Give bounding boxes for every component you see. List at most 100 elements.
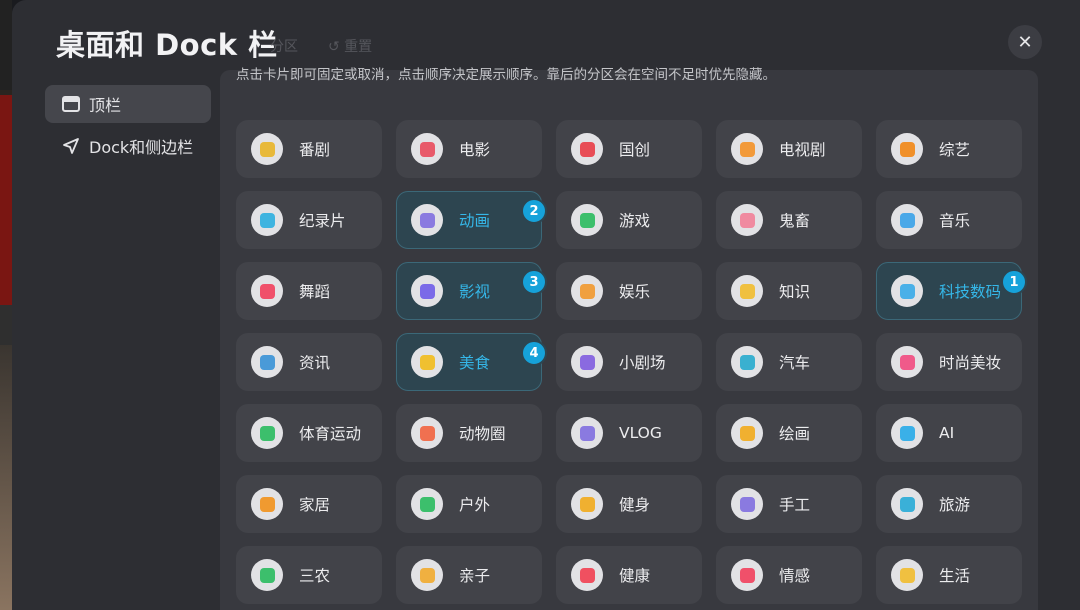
heart-icon [731, 559, 763, 591]
hint-text: 点击卡片即可固定或取消，点击顺序决定展示顺序。靠后的分区会在空间不足时优先隐藏。 [236, 67, 776, 83]
order-badge: 2 [521, 198, 547, 224]
close-button[interactable]: ✕ [1008, 25, 1042, 59]
partition-tab-label: 分区 [270, 39, 298, 55]
partition-card[interactable]: 手工 [716, 475, 862, 533]
reset-button[interactable]: ↺ 重置 [328, 36, 372, 56]
partition-card[interactable]: 知识 [716, 262, 862, 320]
sidebar-item-label: 顶栏 [89, 96, 122, 115]
partition-card[interactable]: 动物圈 [396, 404, 542, 462]
partition-grid-area: 点击卡片即可固定或取消，点击顺序决定展示顺序。靠后的分区会在空间不足时优先隐藏。… [220, 67, 1038, 610]
partition-card[interactable]: 鬼畜 [716, 191, 862, 249]
partition-card[interactable]: 汽车 [716, 333, 862, 391]
order-badge: 1 [1001, 269, 1027, 295]
partition-card[interactable]: 动画 2 [396, 191, 547, 249]
suitcase-icon [891, 488, 923, 520]
pig-face-icon [731, 204, 763, 236]
partition-card[interactable]: 时尚美妆 [876, 333, 1022, 391]
partition-card-label: 电视剧 [779, 141, 826, 159]
microphone-icon [891, 133, 923, 165]
partition-card-label: 户外 [459, 496, 491, 514]
partition-card[interactable]: 小剧场 [556, 333, 702, 391]
partition-card[interactable]: 生活 [876, 546, 1022, 604]
dolphin-icon [251, 204, 283, 236]
cabinet-icon [251, 488, 283, 520]
partition-card-label: 资讯 [299, 354, 331, 372]
partition-card-label: 综艺 [939, 141, 971, 159]
partition-card-label: 旅游 [939, 496, 971, 514]
dress-icon [891, 346, 923, 378]
partition-card[interactable]: 户外 [396, 475, 542, 533]
stage-icon [571, 346, 603, 378]
partition-card[interactable]: 健身 [556, 475, 702, 533]
magic-wand-icon [571, 275, 603, 307]
partition-card[interactable]: 情感 [716, 546, 862, 604]
partition-card[interactable]: 影视 3 [396, 262, 547, 320]
partition-card-label: 国创 [619, 141, 651, 159]
dumbbell-icon [571, 488, 603, 520]
partition-card[interactable]: 纪录片 [236, 191, 382, 249]
partition-card[interactable]: VLOG [556, 404, 702, 462]
partition-card-label: 番剧 [299, 141, 331, 159]
partition-card[interactable]: 旅游 [876, 475, 1022, 533]
partition-card[interactable]: 三农 [236, 546, 382, 604]
order-badge: 4 [521, 340, 547, 366]
clapper-icon [411, 275, 443, 307]
newspaper-icon [251, 346, 283, 378]
partition-card-label: 影视 [459, 283, 491, 301]
partition-card-label: 游戏 [619, 212, 651, 230]
partition-card[interactable]: 健康 [556, 546, 702, 604]
partition-card-label: 美食 [459, 354, 491, 372]
partition-card-label: 汽车 [779, 354, 811, 372]
partition-card[interactable]: 舞蹈 [236, 262, 382, 320]
partition-card-label: 家居 [299, 496, 331, 514]
partition-card[interactable]: AI [876, 404, 1022, 462]
partition-card-label: 手工 [779, 496, 811, 514]
partition-card-label: 纪录片 [299, 212, 346, 230]
partition-card[interactable]: 番剧 [236, 120, 382, 178]
partition-card-label: 鬼畜 [779, 212, 811, 230]
partition-card[interactable]: 科技数码 1 [876, 262, 1027, 320]
background-app-strip [0, 0, 12, 610]
partition-card-label: 电影 [459, 141, 491, 159]
partition-card[interactable]: 亲子 [396, 546, 542, 604]
gourd-icon [571, 133, 603, 165]
sidebar-item-dock[interactable]: Dock和侧边栏 [45, 127, 211, 165]
partition-card-label: 知识 [779, 283, 811, 301]
ufo-icon [891, 275, 923, 307]
sofa-icon [731, 133, 763, 165]
partition-card-label: 动物圈 [459, 425, 506, 443]
partition-card[interactable]: 美食 4 [396, 333, 547, 391]
fan-icon [251, 275, 283, 307]
partition-card-label: 生活 [939, 567, 971, 585]
partition-card-label: 亲子 [459, 567, 491, 585]
partition-card-label: 娱乐 [619, 283, 651, 301]
partition-card[interactable]: 音乐 [876, 191, 1022, 249]
sidebar-item-top-bar[interactable]: 顶栏 [45, 85, 211, 123]
partition-card-label: 时尚美妆 [939, 354, 1002, 372]
dialog-title: 桌面和 Dock 栏 [56, 28, 278, 62]
ai-icon [891, 417, 923, 449]
creeper-icon [571, 204, 603, 236]
duck-icon [891, 559, 923, 591]
partition-card[interactable]: 综艺 [876, 120, 1022, 178]
partition-card[interactable]: 资讯 [236, 333, 382, 391]
partition-card[interactable]: 娱乐 [556, 262, 702, 320]
headphones-icon [891, 204, 923, 236]
partition-card[interactable]: 游戏 [556, 191, 702, 249]
partition-card-label: 情感 [779, 567, 811, 585]
sidebar-item-label: Dock和侧边栏 [89, 138, 194, 157]
partition-card-label: 小剧场 [619, 354, 666, 372]
top-bar-icon [53, 96, 89, 112]
mountain-icon [411, 488, 443, 520]
partition-card[interactable]: 国创 [556, 120, 702, 178]
partition-card[interactable]: 体育运动 [236, 404, 382, 462]
partition-card[interactable]: 电视剧 [716, 120, 862, 178]
first-aid-icon [571, 559, 603, 591]
partition-card-label: 绘画 [779, 425, 811, 443]
scissors-icon [731, 488, 763, 520]
sprout-icon [251, 559, 283, 591]
partition-card[interactable]: 绘画 [716, 404, 862, 462]
partition-card[interactable]: 电影 [396, 120, 542, 178]
partition-card[interactable]: 家居 [236, 475, 382, 533]
food-cover-icon [411, 346, 443, 378]
